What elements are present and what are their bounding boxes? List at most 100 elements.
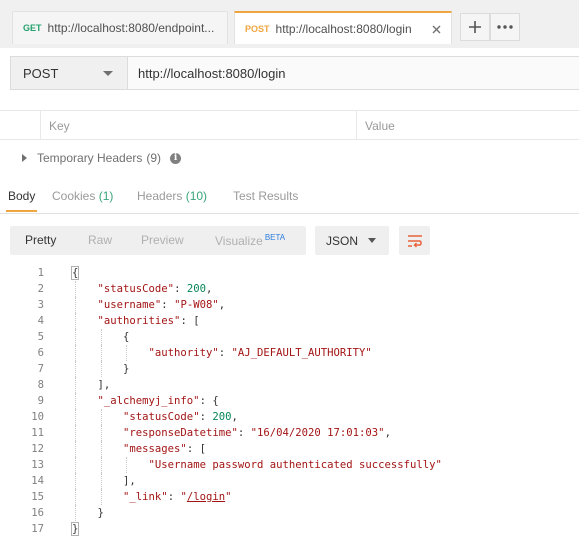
tab-url-label: http://localhost:8080/login [275,21,412,36]
indent-guide [126,345,128,361]
code-text: "authority": "AJ_DEFAULT_AUTHORITY" [148,347,372,359]
code-line: 17} [0,521,579,537]
line-number: 15 [31,491,44,503]
indent-guide [75,489,76,505]
caret-right-icon [22,154,27,162]
indent-guide [75,345,76,361]
tab-method-label: POST [245,23,270,34]
format-select[interactable]: JSON [315,226,389,255]
code-text: ], [123,475,136,487]
code-line: 5 { [0,329,579,345]
temporary-headers-toggle[interactable]: Temporary Headers (9) i [22,150,182,166]
plus-icon[interactable] [460,13,490,41]
line-number: 14 [31,475,44,487]
line-number: 6 [37,347,44,359]
line-number: 11 [31,427,44,439]
indent-guide [100,457,102,473]
code-text: { [70,266,80,280]
indent-guide [100,409,102,425]
code-line: 14 ], [0,473,579,489]
code-line: 1{ [0,265,579,281]
indent-guide [75,393,76,409]
line-number: 10 [31,411,44,423]
view-mode-group: Pretty Raw Preview Visualize BETA [10,226,306,255]
wrap-lines-icon[interactable] [399,226,430,255]
tab-body-label: Body [8,189,36,203]
visualize-label: Visualize [215,234,263,248]
view-raw-button[interactable]: Raw [88,233,112,247]
request-url-input[interactable] [127,56,579,90]
code-line: 13 "Username password authenticated succ… [0,457,579,473]
code-text: "responseDatetime": "16/04/2020 17:01:03… [123,427,391,439]
line-number: 9 [37,395,44,407]
indent-guide [75,329,76,345]
line-number: 3 [37,299,44,311]
indent-guide [100,489,102,505]
code-line: 12 "messages": [ [0,441,579,457]
tab-cookies-count: (1) [98,189,114,203]
tab-headers-label: Headers [137,189,183,203]
code-line: 15 "_link": "/login" [0,489,579,505]
line-number: 5 [37,331,44,343]
http-method-value: POST [23,65,59,81]
code-text: "statusCode": 200, [97,283,213,295]
close-icon[interactable] [432,21,441,37]
code-text: "Username password authenticated success… [148,459,442,471]
line-number: 8 [37,379,44,391]
request-tab-post-login[interactable]: POST http://localhost:8080/login [234,11,452,44]
indent-guide [100,425,102,441]
indent-guide [100,329,102,345]
code-line: 16 } [0,505,579,521]
response-body-viewer[interactable]: 1{2 "statusCode": 200, 3 "username": "P-W… [0,265,579,537]
view-preview-button[interactable]: Preview [141,233,184,247]
indent-guide [75,441,76,457]
view-visualize-button[interactable]: Visualize BETA [215,233,285,248]
code-line: 4 "authorities": [ [0,313,579,329]
code-line: 6 "authority": "AJ_DEFAULT_AUTHORITY" [0,345,579,361]
code-text: "messages": [ [123,443,206,455]
code-line: 9 "_alchemyj_info": { [0,393,579,409]
indent-guide [100,361,102,377]
info-icon[interactable]: i [170,152,182,164]
code-line: 7 } [0,361,579,377]
tab-method-label: GET [23,23,42,33]
indent-guide [75,425,76,441]
ellipsis-icon[interactable] [490,13,520,41]
value-cell[interactable]: Value [356,111,579,140]
response-tabs: Body Cookies (1) Headers (10) Test Resul… [0,180,579,214]
tab-body[interactable]: Body [5,189,38,212]
code-text: "_alchemyj_info": { [97,395,219,407]
indent-guide [75,361,76,377]
code-text: ], [97,379,111,391]
code-text: "statusCode": 200, [123,411,238,423]
request-url-bar: POST [0,48,579,100]
line-number: 13 [31,459,44,471]
format-value: JSON [326,233,359,248]
line-number: 12 [31,443,44,455]
code-text: "authorities": [ [97,315,200,327]
tab-test-results[interactable]: Test Results [233,189,298,203]
line-number: 16 [31,507,44,519]
beta-badge: BETA [264,233,286,242]
tab-cookies-label: Cookies [52,189,96,203]
row-checkbox-cell[interactable] [0,111,40,140]
request-tab-get-endpoint[interactable]: GET http://localhost:8080/endpoint... [12,11,228,44]
indent-guide [75,377,76,393]
code-text: } [97,507,104,519]
code-text: "_link": "/login" [123,491,232,503]
code-text: "username": "P-W08", [97,299,226,311]
indent-guide [100,473,102,489]
tab-headers[interactable]: Headers (10) [137,189,207,203]
line-number: 17 [31,523,44,535]
http-method-select[interactable]: POST [10,56,127,90]
tab-test-results-label: Test Results [233,189,299,203]
view-pretty-button[interactable]: Pretty [25,233,56,247]
tab-cookies[interactable]: Cookies (1) [52,189,113,203]
code-line: 11 "responseDatetime": "16/04/2020 17:01… [0,425,579,441]
line-number: 7 [37,363,44,375]
line-number: 1 [37,267,44,279]
code-line: 3 "username": "P-W08", [0,297,579,313]
temporary-headers-label: Temporary Headers [37,151,143,165]
code-text: } [70,522,80,536]
key-cell[interactable]: Key [40,111,356,140]
